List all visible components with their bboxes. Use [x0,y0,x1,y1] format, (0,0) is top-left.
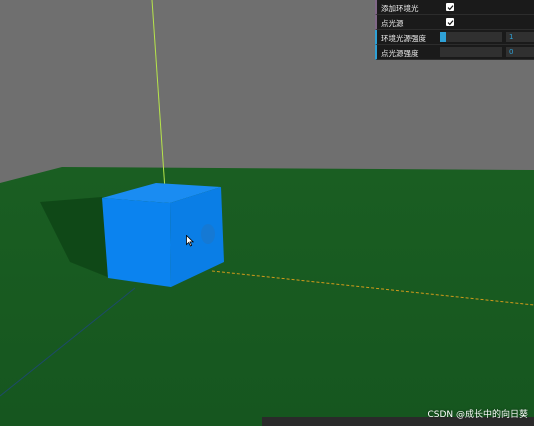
cube-highlight [201,224,215,244]
point-intensity-slider[interactable] [440,47,502,57]
gui-panel: 添加环境光 点光源 环境光源强度 1 点光源强度 0 [375,0,534,60]
ambient-light-checkbox[interactable] [446,3,454,11]
cube-front-face [102,198,171,287]
watermark-text: CSDN @成长中的向日葵 [427,410,528,420]
gui-row-ambient-light[interactable]: 添加环境光 [375,0,534,15]
mouse-cursor-icon [186,235,194,247]
ambient-light-label: 添加环境光 [381,4,419,13]
gui-row-point-intensity[interactable]: 点光源强度 0 [375,45,534,60]
point-light-checkbox[interactable] [446,18,454,26]
ambient-intensity-input[interactable]: 1 [506,32,534,42]
point-light-label: 点光源 [381,19,404,28]
point-intensity-label: 点光源强度 [381,49,419,58]
3d-scene-viewport[interactable] [0,0,534,426]
gui-row-point-light[interactable]: 点光源 [375,15,534,30]
checkmark-icon [447,4,453,10]
ambient-intensity-label: 环境光源强度 [381,34,426,43]
checkmark-icon [447,19,453,25]
ambient-intensity-slider-fill [440,32,446,42]
gui-row-ambient-intensity[interactable]: 环境光源强度 1 [375,30,534,45]
point-intensity-input[interactable]: 0 [506,47,534,57]
ambient-intensity-slider[interactable] [440,32,502,42]
